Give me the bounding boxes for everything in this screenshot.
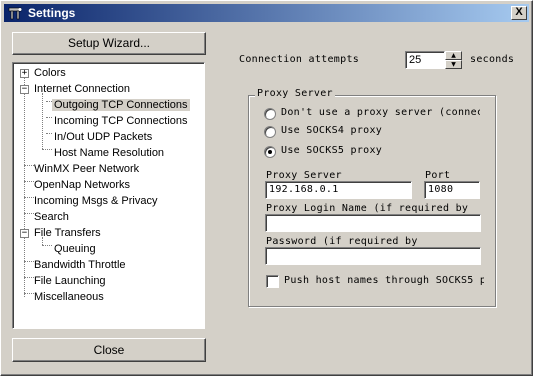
tree-connector (42, 149, 52, 150)
connection-attempts-spinner[interactable]: ▲ ▼ (445, 51, 462, 69)
tree-item-label: OpenNap Networks (34, 179, 130, 191)
proxy-group-title: Proxy Server (255, 88, 335, 99)
tree-item-label: Miscellaneous (34, 291, 104, 303)
port-input[interactable]: 1080 (424, 181, 480, 199)
password-label: Password (if required by (266, 236, 418, 247)
connection-attempts-label: Connection attempts (239, 54, 360, 65)
tree-item-label: Internet Connection (34, 83, 131, 95)
tree-connector (24, 261, 34, 262)
tree-item-label: File Transfers (34, 227, 101, 239)
proxy-login-input[interactable] (265, 214, 481, 232)
title-bar[interactable]: Settings X (4, 4, 529, 22)
tree-item-label: Colors (34, 67, 66, 79)
tree-item-miscellaneous[interactable]: Miscellaneous (34, 289, 104, 305)
socks5-label: Use SOCKS5 proxy (281, 145, 383, 156)
spin-up-icon[interactable]: ▲ (445, 51, 462, 60)
tree-item-file-transfers[interactable]: File Transfers (34, 225, 101, 241)
proxy-login-label: Proxy Login Name (if required by (266, 203, 469, 214)
tree-item-outgoing-tcp[interactable]: Outgoing TCP Connections (52, 97, 190, 113)
close-icon: X (515, 6, 523, 18)
tree-item-incoming-tcp[interactable]: Incoming TCP Connections (54, 113, 188, 129)
tree-connector (24, 165, 34, 166)
close-button[interactable]: Close (12, 338, 206, 362)
port-label: Port (425, 170, 451, 181)
socks5-radio[interactable] (264, 146, 276, 158)
collapse-icon[interactable]: − (20, 229, 29, 238)
settings-wrench-icon (8, 7, 22, 20)
no-proxy-label: Don't use a proxy server (connect (281, 107, 480, 118)
collapse-icon[interactable]: − (20, 85, 29, 94)
tree-item-file-launching[interactable]: File Launching (34, 273, 106, 289)
setup-wizard-button[interactable]: Setup Wizard... (12, 32, 206, 55)
tree-item-bandwidth-throttle[interactable]: Bandwidth Throttle (34, 257, 126, 273)
push-hostnames-label: Push host names through SOCKS5 pro (284, 275, 484, 286)
setup-wizard-label: Setup Wizard... (67, 36, 151, 50)
tree-item-label: WinMX Peer Network (34, 163, 140, 175)
push-hostnames-checkbox[interactable] (266, 275, 279, 288)
connection-units-label: seconds (470, 54, 515, 65)
tree-connector (42, 245, 52, 246)
tree-item-label: Host Name Resolution (54, 147, 165, 159)
settings-window: Settings X Setup Wizard... + Colors − In… (0, 0, 533, 376)
proxy-server-input[interactable]: 192.168.0.1 (265, 181, 412, 199)
tree-item-search[interactable]: Search (34, 209, 69, 225)
close-button-label: Close (93, 343, 125, 357)
tree-item-winmx-peer-network[interactable]: WinMX Peer Network (34, 161, 139, 177)
window-title: Settings (28, 6, 76, 20)
no-proxy-radio[interactable] (264, 108, 276, 120)
tree-connector (46, 133, 52, 134)
password-input[interactable] (265, 247, 481, 265)
tree-item-internet-connection[interactable]: Internet Connection (34, 81, 130, 97)
tree-connector (46, 117, 52, 118)
tree-item-udp-packets[interactable]: In/Out UDP Packets (54, 129, 152, 145)
socks4-radio[interactable] (264, 126, 276, 138)
tree-connector (24, 277, 34, 278)
tree-item-opennap-networks[interactable]: OpenNap Networks (34, 177, 130, 193)
tree-root-line (24, 69, 25, 297)
tree-item-label: Outgoing TCP Connections (52, 99, 190, 111)
tree-item-incoming-msgs-privacy[interactable]: Incoming Msgs & Privacy (34, 193, 157, 209)
settings-tree[interactable]: + Colors − Internet Connection Outgoing … (12, 62, 205, 329)
tree-connector (24, 181, 34, 182)
tree-item-host-name-resolution[interactable]: Host Name Resolution (54, 145, 164, 161)
spin-down-icon[interactable]: ▼ (445, 60, 462, 69)
tree-branch-line (42, 93, 43, 149)
tree-item-label: Queuing (54, 243, 96, 255)
tree-item-label: File Launching (34, 275, 106, 287)
connection-attempts-input[interactable] (405, 51, 445, 69)
tree-connector (24, 197, 34, 198)
proxy-server-label: Proxy Server (266, 170, 342, 181)
tree-item-queuing[interactable]: Queuing (54, 241, 96, 257)
tree-item-label: In/Out UDP Packets (54, 131, 153, 143)
tree-connector (24, 213, 34, 214)
socks4-label: Use SOCKS4 proxy (281, 125, 383, 136)
expand-icon[interactable]: + (20, 69, 29, 78)
tree-item-colors[interactable]: Colors (34, 65, 66, 81)
tree-item-label: Search (34, 211, 69, 223)
radio-selected-dot (268, 150, 272, 154)
tree-connector (24, 293, 34, 294)
tree-item-label: Bandwidth Throttle (34, 259, 126, 271)
close-window-button[interactable]: X (511, 6, 527, 20)
tree-item-label: Incoming TCP Connections (54, 115, 188, 127)
tree-item-label: Incoming Msgs & Privacy (34, 195, 158, 207)
